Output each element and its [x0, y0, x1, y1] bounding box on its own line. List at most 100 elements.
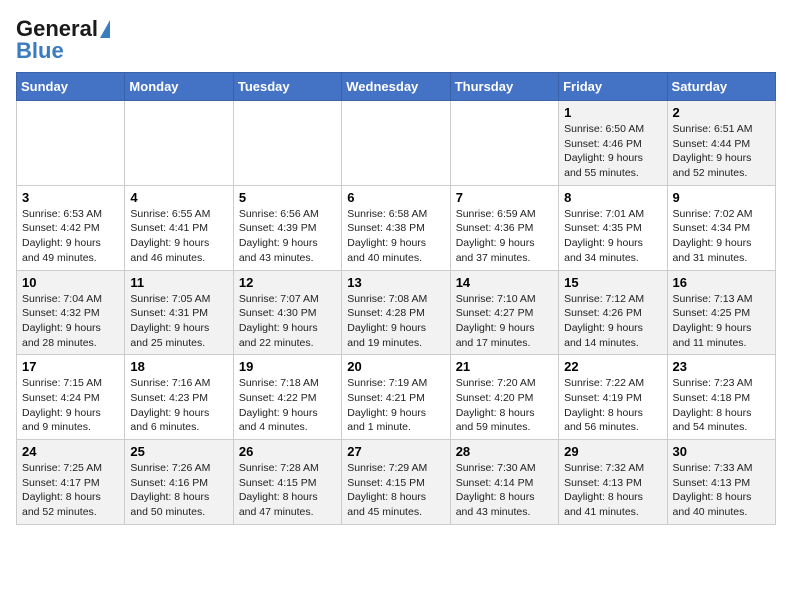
day-number: 3	[22, 190, 119, 205]
calendar-cell	[233, 101, 341, 186]
day-number: 10	[22, 275, 119, 290]
day-number: 26	[239, 444, 336, 459]
day-info: Sunrise: 7:23 AM Sunset: 4:18 PM Dayligh…	[673, 376, 770, 435]
day-info: Sunrise: 7:25 AM Sunset: 4:17 PM Dayligh…	[22, 461, 119, 520]
calendar-cell: 5Sunrise: 6:56 AM Sunset: 4:39 PM Daylig…	[233, 185, 341, 270]
calendar-cell: 2 Sunrise: 6:51 AM Sunset: 4:44 PM Daylig…	[667, 101, 775, 186]
day-number: 9	[673, 190, 770, 205]
day-info: Sunrise: 7:33 AM Sunset: 4:13 PM Dayligh…	[673, 461, 770, 520]
day-info: Sunrise: 7:30 AM Sunset: 4:14 PM Dayligh…	[456, 461, 553, 520]
calendar-table: SundayMondayTuesdayWednesdayThursdayFrid…	[16, 72, 776, 525]
calendar-cell: 16Sunrise: 7:13 AM Sunset: 4:25 PM Dayli…	[667, 270, 775, 355]
day-info: Sunrise: 6:51 AM Sunset: 4:44 PM Dayligh…	[673, 122, 770, 181]
day-number: 29	[564, 444, 661, 459]
day-number: 8	[564, 190, 661, 205]
calendar-cell: 28 Sunrise: 7:30 AM Sunset: 4:14 PM Dayli…	[450, 440, 558, 525]
weekday-row: SundayMondayTuesdayWednesdayThursdayFrid…	[17, 73, 776, 101]
calendar-cell: 6 Sunrise: 6:58 AM Sunset: 4:38 PM Daylig…	[342, 185, 450, 270]
calendar-cell: 25Sunrise: 7:26 AM Sunset: 4:16 PM Dayli…	[125, 440, 233, 525]
day-info: Sunrise: 7:05 AM Sunset: 4:31 PM Dayligh…	[130, 292, 227, 351]
calendar-cell: 30Sunrise: 7:33 AM Sunset: 4:13 PM Dayli…	[667, 440, 775, 525]
weekday-header-thursday: Thursday	[450, 73, 558, 101]
calendar-cell: 4 Sunrise: 6:55 AM Sunset: 4:41 PM Daylig…	[125, 185, 233, 270]
day-info: Sunrise: 7:02 AM Sunset: 4:34 PM Dayligh…	[673, 207, 770, 266]
weekday-header-tuesday: Tuesday	[233, 73, 341, 101]
calendar-cell: 17 Sunrise: 7:15 AM Sunset: 4:24 PM Dayli…	[17, 355, 125, 440]
day-number: 28	[456, 444, 553, 459]
day-number: 25	[130, 444, 227, 459]
day-info: Sunrise: 6:53 AM Sunset: 4:42 PM Dayligh…	[22, 207, 119, 266]
day-number: 13	[347, 275, 444, 290]
calendar-cell: 20 Sunrise: 7:19 AM Sunset: 4:21 PM Dayli…	[342, 355, 450, 440]
day-info: Sunrise: 7:29 AM Sunset: 4:15 PM Dayligh…	[347, 461, 444, 520]
calendar-cell: 22 Sunrise: 7:22 AM Sunset: 4:19 PM Dayli…	[559, 355, 667, 440]
day-number: 2	[673, 105, 770, 120]
day-number: 5	[239, 190, 336, 205]
day-info: Sunrise: 6:59 AM Sunset: 4:36 PM Dayligh…	[456, 207, 553, 266]
day-info: Sunrise: 7:15 AM Sunset: 4:24 PM Dayligh…	[22, 376, 119, 435]
day-info: Sunrise: 7:07 AM Sunset: 4:30 PM Dayligh…	[239, 292, 336, 351]
calendar-cell: 19Sunrise: 7:18 AM Sunset: 4:22 PM Dayli…	[233, 355, 341, 440]
day-info: Sunrise: 7:20 AM Sunset: 4:20 PM Dayligh…	[456, 376, 553, 435]
calendar-cell: 1Sunrise: 6:50 AM Sunset: 4:46 PM Daylig…	[559, 101, 667, 186]
calendar-cell: 15Sunrise: 7:12 AM Sunset: 4:26 PM Dayli…	[559, 270, 667, 355]
calendar-cell: 27 Sunrise: 7:29 AM Sunset: 4:15 PM Dayli…	[342, 440, 450, 525]
logo-icon	[100, 20, 110, 38]
day-number: 23	[673, 359, 770, 374]
weekday-header-friday: Friday	[559, 73, 667, 101]
day-info: Sunrise: 6:55 AM Sunset: 4:41 PM Dayligh…	[130, 207, 227, 266]
calendar-cell: 7Sunrise: 6:59 AM Sunset: 4:36 PM Daylig…	[450, 185, 558, 270]
day-number: 15	[564, 275, 661, 290]
day-info: Sunrise: 7:01 AM Sunset: 4:35 PM Dayligh…	[564, 207, 661, 266]
day-number: 16	[673, 275, 770, 290]
day-number: 19	[239, 359, 336, 374]
calendar-cell: 29Sunrise: 7:32 AM Sunset: 4:13 PM Dayli…	[559, 440, 667, 525]
calendar-week-1: 1Sunrise: 6:50 AM Sunset: 4:46 PM Daylig…	[17, 101, 776, 186]
day-number: 21	[456, 359, 553, 374]
day-number: 27	[347, 444, 444, 459]
calendar-week-3: 10Sunrise: 7:04 AM Sunset: 4:32 PM Dayli…	[17, 270, 776, 355]
calendar-cell: 12 Sunrise: 7:07 AM Sunset: 4:30 PM Dayli…	[233, 270, 341, 355]
calendar-week-2: 3 Sunrise: 6:53 AM Sunset: 4:42 PM Daylig…	[17, 185, 776, 270]
calendar-cell: 11 Sunrise: 7:05 AM Sunset: 4:31 PM Dayli…	[125, 270, 233, 355]
day-number: 12	[239, 275, 336, 290]
calendar-cell: 14 Sunrise: 7:10 AM Sunset: 4:27 PM Dayli…	[450, 270, 558, 355]
calendar-cell	[17, 101, 125, 186]
day-info: Sunrise: 6:50 AM Sunset: 4:46 PM Dayligh…	[564, 122, 661, 181]
calendar-week-4: 17 Sunrise: 7:15 AM Sunset: 4:24 PM Dayli…	[17, 355, 776, 440]
day-info: Sunrise: 7:19 AM Sunset: 4:21 PM Dayligh…	[347, 376, 444, 435]
day-number: 22	[564, 359, 661, 374]
page-header: General Blue	[16, 16, 776, 64]
day-info: Sunrise: 7:10 AM Sunset: 4:27 PM Dayligh…	[456, 292, 553, 351]
day-number: 6	[347, 190, 444, 205]
calendar-week-5: 24 Sunrise: 7:25 AM Sunset: 4:17 PM Dayli…	[17, 440, 776, 525]
day-number: 17	[22, 359, 119, 374]
day-info: Sunrise: 7:28 AM Sunset: 4:15 PM Dayligh…	[239, 461, 336, 520]
weekday-header-saturday: Saturday	[667, 73, 775, 101]
calendar-cell: 13 Sunrise: 7:08 AM Sunset: 4:28 PM Dayli…	[342, 270, 450, 355]
calendar-header: SundayMondayTuesdayWednesdayThursdayFrid…	[17, 73, 776, 101]
calendar-cell: 24 Sunrise: 7:25 AM Sunset: 4:17 PM Dayli…	[17, 440, 125, 525]
calendar-cell: 8 Sunrise: 7:01 AM Sunset: 4:35 PM Daylig…	[559, 185, 667, 270]
calendar-cell	[125, 101, 233, 186]
calendar-cell: 3 Sunrise: 6:53 AM Sunset: 4:42 PM Daylig…	[17, 185, 125, 270]
calendar-cell: 21 Sunrise: 7:20 AM Sunset: 4:20 PM Dayli…	[450, 355, 558, 440]
day-number: 11	[130, 275, 227, 290]
logo: General Blue	[16, 16, 110, 64]
weekday-header-sunday: Sunday	[17, 73, 125, 101]
day-number: 20	[347, 359, 444, 374]
day-info: Sunrise: 6:58 AM Sunset: 4:38 PM Dayligh…	[347, 207, 444, 266]
day-number: 24	[22, 444, 119, 459]
calendar-cell: 10Sunrise: 7:04 AM Sunset: 4:32 PM Dayli…	[17, 270, 125, 355]
day-info: Sunrise: 7:08 AM Sunset: 4:28 PM Dayligh…	[347, 292, 444, 351]
calendar-body: 1Sunrise: 6:50 AM Sunset: 4:46 PM Daylig…	[17, 101, 776, 525]
day-number: 14	[456, 275, 553, 290]
calendar-cell	[450, 101, 558, 186]
day-number: 18	[130, 359, 227, 374]
day-info: Sunrise: 7:22 AM Sunset: 4:19 PM Dayligh…	[564, 376, 661, 435]
calendar-cell	[342, 101, 450, 186]
day-number: 4	[130, 190, 227, 205]
logo-blue: Blue	[16, 38, 64, 64]
calendar-cell: 9 Sunrise: 7:02 AM Sunset: 4:34 PM Daylig…	[667, 185, 775, 270]
calendar-cell: 23 Sunrise: 7:23 AM Sunset: 4:18 PM Dayli…	[667, 355, 775, 440]
